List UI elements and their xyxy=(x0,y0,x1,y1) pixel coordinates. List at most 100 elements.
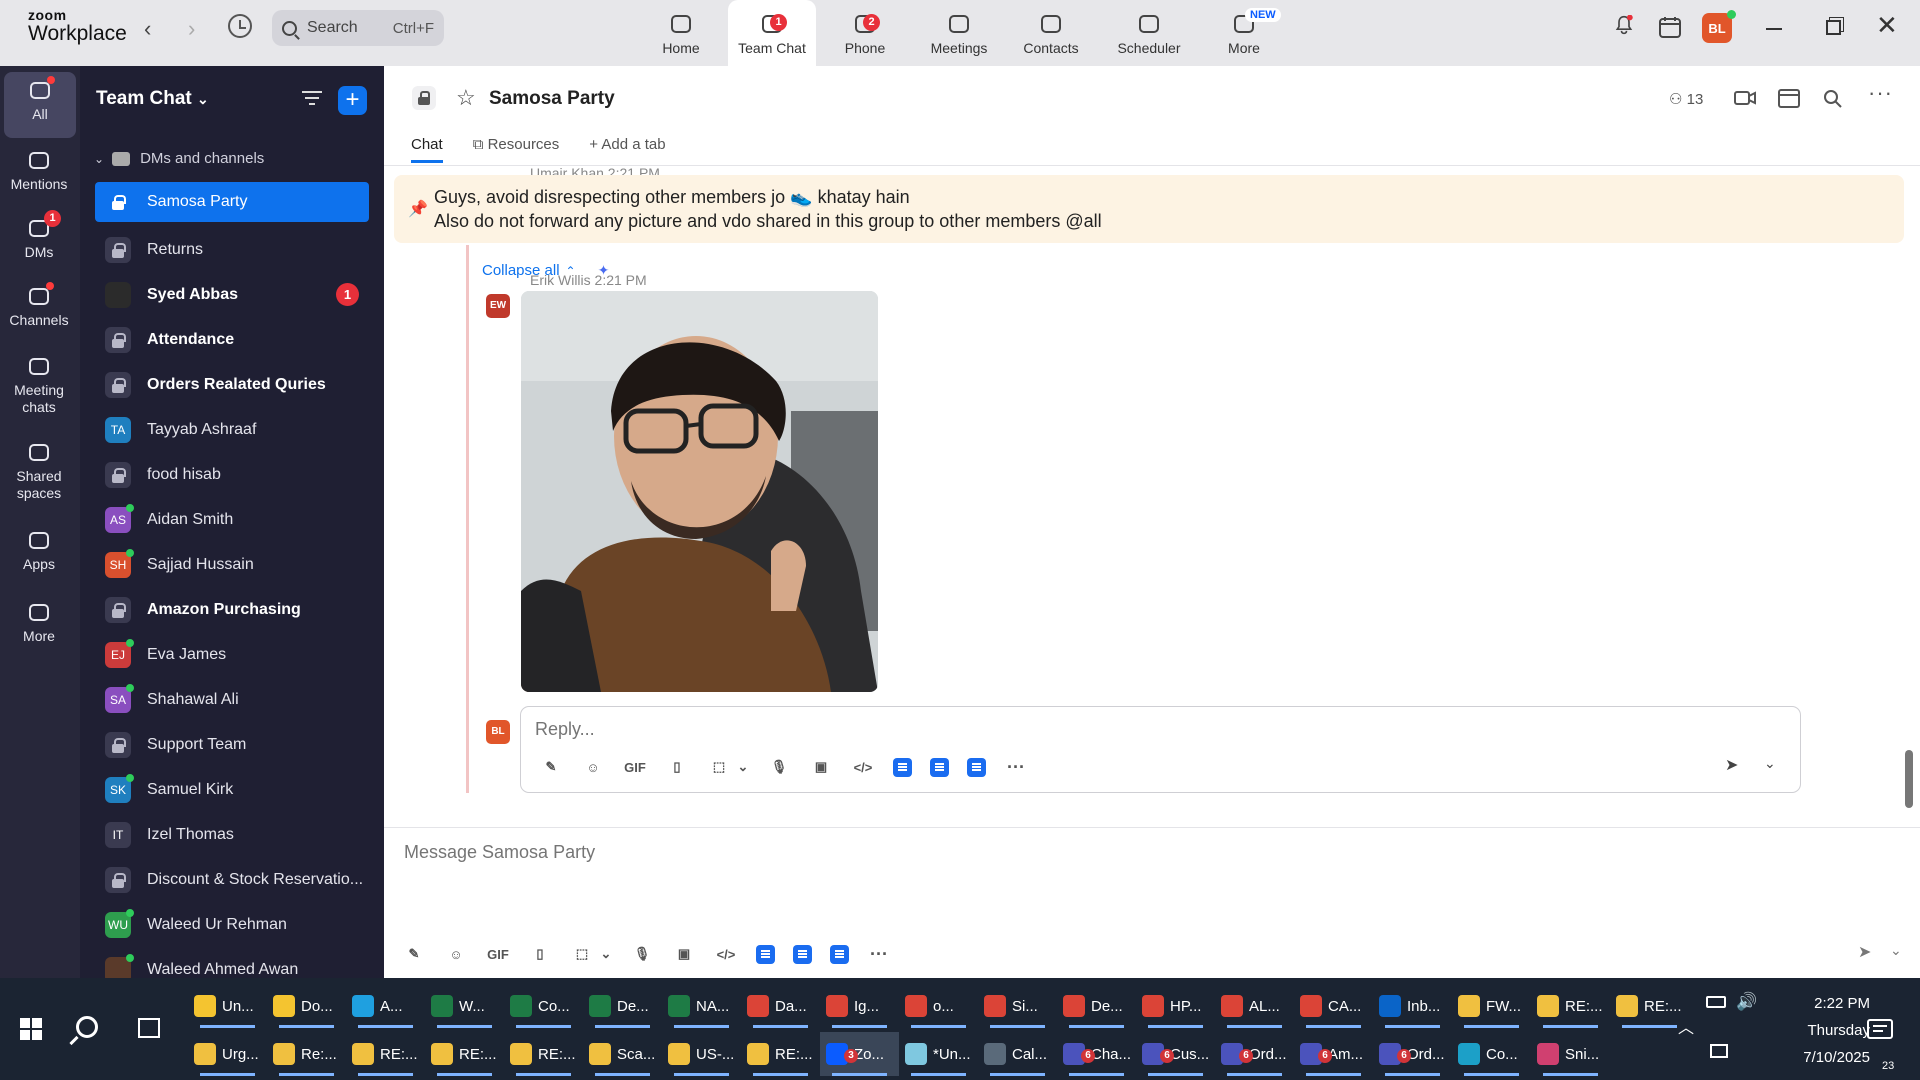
sidebar-item-returns[interactable]: Returns xyxy=(95,227,369,272)
taskbar-app[interactable]: Sca... xyxy=(583,1032,662,1076)
star-icon[interactable]: ☆ xyxy=(456,85,476,111)
user-avatar[interactable]: BL xyxy=(1702,10,1736,43)
taskbar-app[interactable]: Re:... xyxy=(267,1032,346,1076)
send-icon[interactable]: ➤ xyxy=(1858,942,1871,962)
topnav-scheduler[interactable]: Scheduler xyxy=(1104,0,1194,66)
search-in-chat-icon[interactable] xyxy=(1822,88,1844,108)
taskbar-app[interactable]: 6 Ord... xyxy=(1215,1032,1294,1076)
sidebar-item-attendance[interactable]: Attendance xyxy=(95,317,369,362)
task-view-icon[interactable] xyxy=(138,1018,160,1038)
app-3-icon[interactable] xyxy=(967,757,986,777)
sidebar-item-samuel-kirk[interactable]: SK Samuel Kirk xyxy=(95,767,369,812)
taskbar-app[interactable]: RE:... xyxy=(741,1032,820,1076)
taskbar-app[interactable]: RE:... xyxy=(1531,984,1610,1028)
taskbar-app[interactable]: Co... xyxy=(1452,1032,1531,1076)
sidebar-item-sajjad-hussain[interactable]: SH Sajjad Hussain xyxy=(95,542,369,587)
taskbar-app[interactable]: W... xyxy=(425,984,504,1028)
taskbar-app[interactable]: CA... xyxy=(1294,984,1373,1028)
calendar-icon[interactable] xyxy=(1658,15,1682,39)
rail-item-more[interactable]: More xyxy=(0,594,78,645)
message-input[interactable] xyxy=(404,842,1404,863)
app-1-icon[interactable] xyxy=(756,944,775,964)
rail-item-meeting-chats[interactable]: Meeting chats xyxy=(0,348,78,416)
taskbar-app[interactable]: RE:... xyxy=(425,1032,504,1076)
sidebar-item-aidan-smith[interactable]: AS Aidan Smith xyxy=(95,497,369,542)
format-icon[interactable]: ✎ xyxy=(402,942,426,966)
taskbar-app[interactable]: RE:... xyxy=(346,1032,425,1076)
tab-resources[interactable]: ⧉ Resources xyxy=(473,136,560,163)
file-icon[interactable]: ▯ xyxy=(528,942,552,966)
code-snippet-icon[interactable]: </> xyxy=(851,755,875,779)
chevron-down-icon[interactable]: ⌄ xyxy=(737,755,749,779)
taskbar-app[interactable]: AL... xyxy=(1215,984,1294,1028)
taskbar-app[interactable]: Si... xyxy=(978,984,1057,1028)
topnav-phone[interactable]: 2 Phone xyxy=(826,0,904,66)
sidebar-item-food-hisab[interactable]: food hisab xyxy=(95,452,369,497)
sidebar-item-tayyab-ashraaf[interactable]: TA Tayyab Ashraaf xyxy=(95,407,369,452)
channel-title[interactable]: Samosa Party xyxy=(489,88,615,110)
rail-item-shared-spaces[interactable]: Shared spaces xyxy=(0,434,78,502)
emoji-icon[interactable]: ☺ xyxy=(581,755,605,779)
file-icon[interactable]: ▯ xyxy=(665,755,689,779)
taskbar-app[interactable]: Inb... xyxy=(1373,984,1452,1028)
volume-icon[interactable]: 🔊 xyxy=(1736,992,1757,1012)
sender-avatar[interactable]: EW xyxy=(486,294,510,318)
system-clock[interactable]: 2:22 PM Thursday 7/10/2025 xyxy=(1770,990,1870,1071)
taskbar-app[interactable]: 6 Cus... xyxy=(1136,1032,1215,1076)
taskbar-app[interactable]: FW... xyxy=(1452,984,1531,1028)
history-icon[interactable] xyxy=(228,14,252,38)
taskbar-app[interactable]: US-... xyxy=(662,1032,741,1076)
battery-icon[interactable] xyxy=(1706,996,1726,1008)
taskbar-app[interactable]: A... xyxy=(346,984,425,1028)
search-bar[interactable]: Search Ctrl+F xyxy=(272,10,444,46)
taskbar-app[interactable]: Do... xyxy=(267,984,346,1028)
app-1-icon[interactable] xyxy=(893,757,912,777)
send-options-chevron-icon[interactable]: ⌄ xyxy=(1764,755,1776,772)
rail-item-dms[interactable]: 1 DMs xyxy=(0,210,78,261)
taskbar-app[interactable]: Urg... xyxy=(188,1032,267,1076)
show-hidden-icons-chevron-icon[interactable]: ︿ xyxy=(1678,1014,1694,1038)
taskbar-app[interactable]: Co... xyxy=(504,984,583,1028)
microphone-icon[interactable]: 🎙 xyxy=(630,942,654,966)
emoji-icon[interactable]: ☺ xyxy=(444,942,468,966)
sidebar-item-waleed-ahmed-awan[interactable]: Waleed Ahmed Awan xyxy=(95,947,369,978)
rail-item-apps[interactable]: Apps xyxy=(0,522,78,573)
new-chat-button[interactable]: + xyxy=(338,86,367,115)
taskbar-app[interactable]: 6 Cha... xyxy=(1057,1032,1136,1076)
close-button[interactable]: ✕ xyxy=(1876,12,1898,38)
format-icon[interactable]: ✎ xyxy=(539,755,563,779)
taskbar-app[interactable]: Ig... xyxy=(820,984,899,1028)
collapse-all-button[interactable]: Collapse all ⌃ ✦ xyxy=(482,262,609,279)
tab-add[interactable]: + Add a tab xyxy=(589,136,665,163)
taskbar-app[interactable]: Cal... xyxy=(978,1032,1057,1076)
dms-and-channels-section[interactable]: ⌄ DMs and channels xyxy=(94,150,264,167)
gif-button[interactable]: GIF xyxy=(623,755,647,779)
sidebar-item-amazon-purchasing[interactable]: Amazon Purchasing xyxy=(95,587,369,632)
taskbar-app[interactable]: 3 Zo... xyxy=(820,1032,899,1076)
sidebar-item-syed-abbas[interactable]: Syed Abbas 1 xyxy=(95,272,369,317)
taskbar-app[interactable]: Un... xyxy=(188,984,267,1028)
taskbar-app[interactable]: De... xyxy=(583,984,662,1028)
video-message-icon[interactable]: ▣ xyxy=(672,942,696,966)
rail-item-channels[interactable]: Channels xyxy=(0,278,78,329)
taskbar-app[interactable]: 6 Ord... xyxy=(1373,1032,1452,1076)
app-2-icon[interactable] xyxy=(793,944,812,964)
notification-center-icon[interactable] xyxy=(1866,1018,1896,1044)
reply-input[interactable] xyxy=(535,719,1435,740)
taskbar-app[interactable]: *Un... xyxy=(899,1032,978,1076)
sidebar-item-izel-thomas[interactable]: IT Izel Thomas xyxy=(95,812,369,857)
windows-start-icon[interactable] xyxy=(20,1018,42,1040)
sidebar-item-eva-james[interactable]: EJ Eva James xyxy=(95,632,369,677)
screenshot-icon[interactable]: ⬚ xyxy=(707,755,731,779)
taskbar-search-icon[interactable] xyxy=(76,1016,98,1038)
scrollbar[interactable] xyxy=(1905,750,1913,808)
sidebar-item-orders-realated-quries[interactable]: Orders Realated Quries xyxy=(95,362,369,407)
shared-photo[interactable] xyxy=(521,291,878,692)
taskbar-app[interactable]: Da... xyxy=(741,984,820,1028)
notifications-bell-icon[interactable] xyxy=(1614,15,1634,35)
back-arrow-icon[interactable]: ‹ xyxy=(144,16,151,42)
forward-arrow-icon[interactable]: › xyxy=(188,16,195,42)
sidebar-item-discount-stock-reservatio[interactable]: Discount & Stock Reservatio... xyxy=(95,857,369,902)
ai-sparkle-icon[interactable]: ✦ xyxy=(598,262,610,279)
taskbar-app[interactable]: 6 Am... xyxy=(1294,1032,1373,1076)
